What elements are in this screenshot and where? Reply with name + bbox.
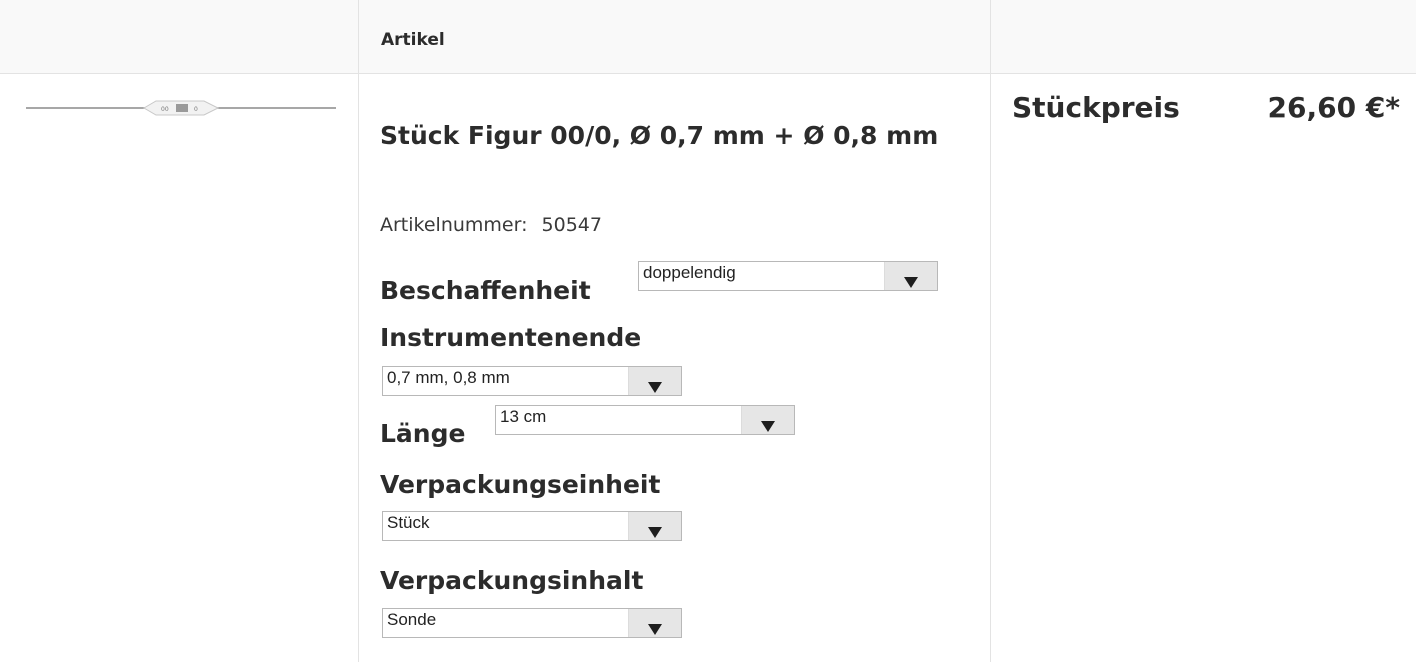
cart-table: Artikel Stückpreis 00 0 Stück Figur 00/0… [0,0,1416,662]
option-label-instrumentenende: Instrumentenende [380,323,642,352]
triangle-down-icon [761,421,775,432]
select-value: Stück [387,513,430,532]
option-label-laenge: Länge [380,419,466,448]
triangle-down-icon [648,624,662,635]
probe-mark-left: 00 [161,106,169,113]
dropdown-button[interactable] [741,406,794,434]
article-number-label: Artikelnummer: [380,214,528,236]
dropdown-button[interactable] [628,512,681,540]
column-divider [358,0,359,662]
select-value: doppelendig [643,263,736,282]
select-instrumentenende[interactable]: 0,7 mm, 0,8 mm [382,366,682,396]
select-value: 13 cm [500,407,547,426]
select-beschaffenheit[interactable]: doppelendig [638,261,938,291]
select-value: Sonde [387,610,437,629]
dropdown-button[interactable] [628,367,681,395]
table-header: Artikel Stückpreis [0,0,1416,124]
option-label-beschaffenheit: Beschaffenheit [380,276,591,305]
article-number-value: 50547 [541,214,602,236]
column-divider [990,0,991,662]
product-image[interactable]: 00 0 [26,96,336,120]
option-label-verpackungsinhalt: Verpackungsinhalt [380,566,644,595]
select-value: 0,7 mm, 0,8 mm [387,368,510,387]
dropdown-button[interactable] [628,609,681,637]
article-number-row: Artikelnummer: 50547 [380,214,602,236]
triangle-down-icon [648,527,662,538]
select-verpackungsinhalt[interactable]: Sonde [382,608,682,638]
probe-mark-right: 0 [194,106,198,113]
option-label-verpackungseinheit: Verpackungseinheit [380,470,661,499]
select-verpackungseinheit[interactable]: Stück [382,511,682,541]
triangle-down-icon [648,382,662,393]
unit-price: 26,60 €* [1267,91,1400,124]
dropdown-button[interactable] [884,262,937,290]
product-title[interactable]: Stück Figur 00/0, Ø 0,7 mm + Ø 0,8 mm [380,114,960,158]
triangle-down-icon [904,277,918,288]
select-laenge[interactable]: 13 cm [495,405,795,435]
column-header-article: Artikel [381,30,445,50]
